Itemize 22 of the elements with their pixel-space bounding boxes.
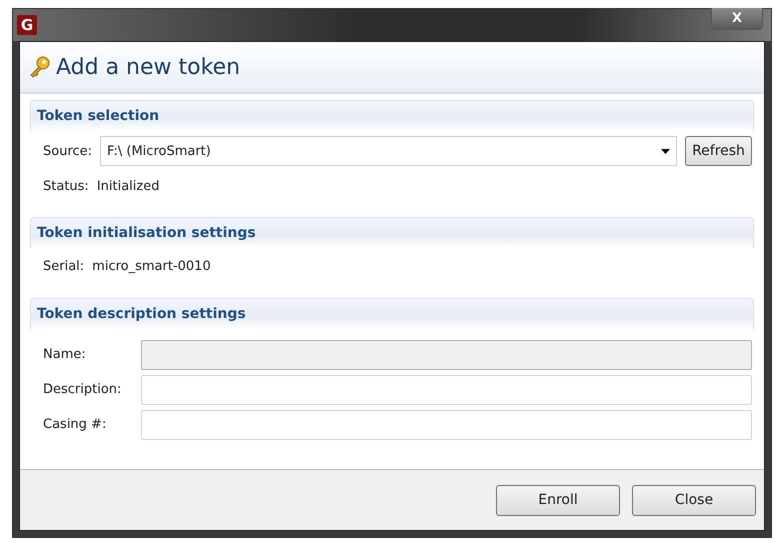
section-title: Token description settings: [37, 306, 246, 322]
input-field[interactable]: [141, 410, 752, 440]
source-label: Source:: [43, 144, 92, 158]
field-label: Name:: [43, 347, 87, 362]
title-bar-x-button[interactable]: X: [711, 8, 763, 30]
status-label: Status:: [43, 178, 89, 194]
section-title: Token initialisation settings: [37, 225, 256, 241]
dropdown-arrow-icon: [661, 148, 670, 154]
status-value: Initialized: [96, 178, 160, 194]
section-title: Token selection: [37, 108, 160, 124]
input-field[interactable]: [141, 374, 752, 404]
serial-value: micro_smart-0010: [92, 258, 211, 274]
app-icon: G: [17, 15, 37, 35]
serial-label: Serial:: [43, 258, 84, 274]
dialog-title: Add a new token: [56, 54, 240, 80]
refresh-button[interactable]: Refresh: [685, 136, 752, 166]
field-label: Description:: [43, 382, 122, 397]
dialog-button[interactable]: Enroll: [496, 484, 620, 516]
field-label: Casing #:: [43, 417, 108, 432]
key-icon: [28, 55, 52, 79]
source-dropdown[interactable]: F:\ (MicroSmart): [100, 136, 677, 166]
dialog-button[interactable]: Close: [632, 484, 756, 516]
